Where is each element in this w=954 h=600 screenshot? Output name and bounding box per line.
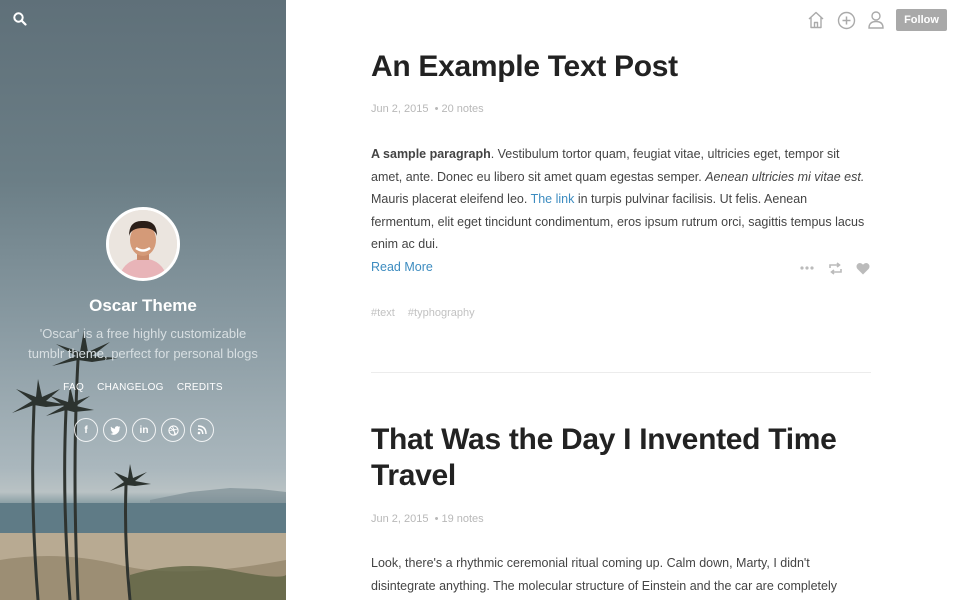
linkedin-icon[interactable]: in (132, 418, 156, 442)
post-body: Look, there's a rhythmic ceremonial ritu… (371, 556, 837, 593)
search-icon[interactable] (13, 12, 29, 28)
social-links: f in (74, 418, 214, 442)
nav-faq[interactable]: FAQ (63, 382, 84, 393)
post-2: That Was the Day I Invented Time Travel (371, 422, 871, 494)
twitter-icon[interactable] (103, 418, 127, 442)
like-icon[interactable] (855, 261, 871, 275)
tag[interactable]: #text (371, 307, 395, 319)
post-actions (799, 261, 871, 275)
follow-button[interactable]: Follow (896, 9, 947, 31)
nav-credits[interactable]: CREDITS (177, 382, 223, 393)
post-meta: Jun 2, 2015 • 19 notes (371, 513, 487, 525)
bold-text: A sample paragraph (371, 147, 491, 161)
facebook-icon[interactable]: f (74, 418, 98, 442)
post-notes[interactable]: • 20 notes (435, 103, 484, 115)
nav-changelog[interactable]: CHANGELOG (97, 382, 164, 393)
post-date[interactable]: Jun 2, 2015 (371, 103, 429, 115)
sidebar-nav: FAQ CHANGELOG CREDITS (0, 382, 286, 393)
post-meta: Jun 2, 2015 • 20 notes (371, 103, 487, 115)
inline-link[interactable]: The link (531, 192, 575, 206)
sidebar: Oscar Theme 'Oscar' is a free highly cus… (0, 0, 286, 600)
post-notes[interactable]: • 19 notes (435, 513, 484, 525)
italic-text: Aenean ultricies mi vitae est. (705, 169, 865, 184)
home-icon[interactable] (806, 9, 826, 31)
reblog-icon[interactable] (827, 261, 843, 275)
body-text: Mauris placerat eleifend leo. (371, 192, 531, 206)
read-more-link[interactable]: Read More (371, 260, 433, 274)
post-date[interactable]: Jun 2, 2015 (371, 513, 429, 525)
top-controls: Follow (806, 9, 947, 31)
more-icon[interactable] (799, 261, 815, 275)
post-title[interactable]: That Was the Day I Invented Time Travel (371, 422, 871, 494)
blog-description: 'Oscar' is a free highly customizable tu… (28, 326, 258, 361)
rss-icon[interactable] (190, 418, 214, 442)
post-1: An Example Text Post (371, 49, 871, 85)
user-icon[interactable] (866, 9, 886, 31)
post-tags: #text #typhography (371, 307, 485, 319)
post-divider (371, 372, 871, 373)
post-title[interactable]: An Example Text Post (371, 49, 871, 85)
post-body: A sample paragraph. Vestibulum tortor qu… (371, 143, 871, 256)
avatar (106, 207, 180, 281)
dribbble-icon[interactable] (161, 418, 185, 442)
add-icon[interactable] (836, 9, 856, 31)
blog-title: Oscar Theme (89, 296, 197, 315)
tag[interactable]: #typhography (408, 307, 475, 319)
